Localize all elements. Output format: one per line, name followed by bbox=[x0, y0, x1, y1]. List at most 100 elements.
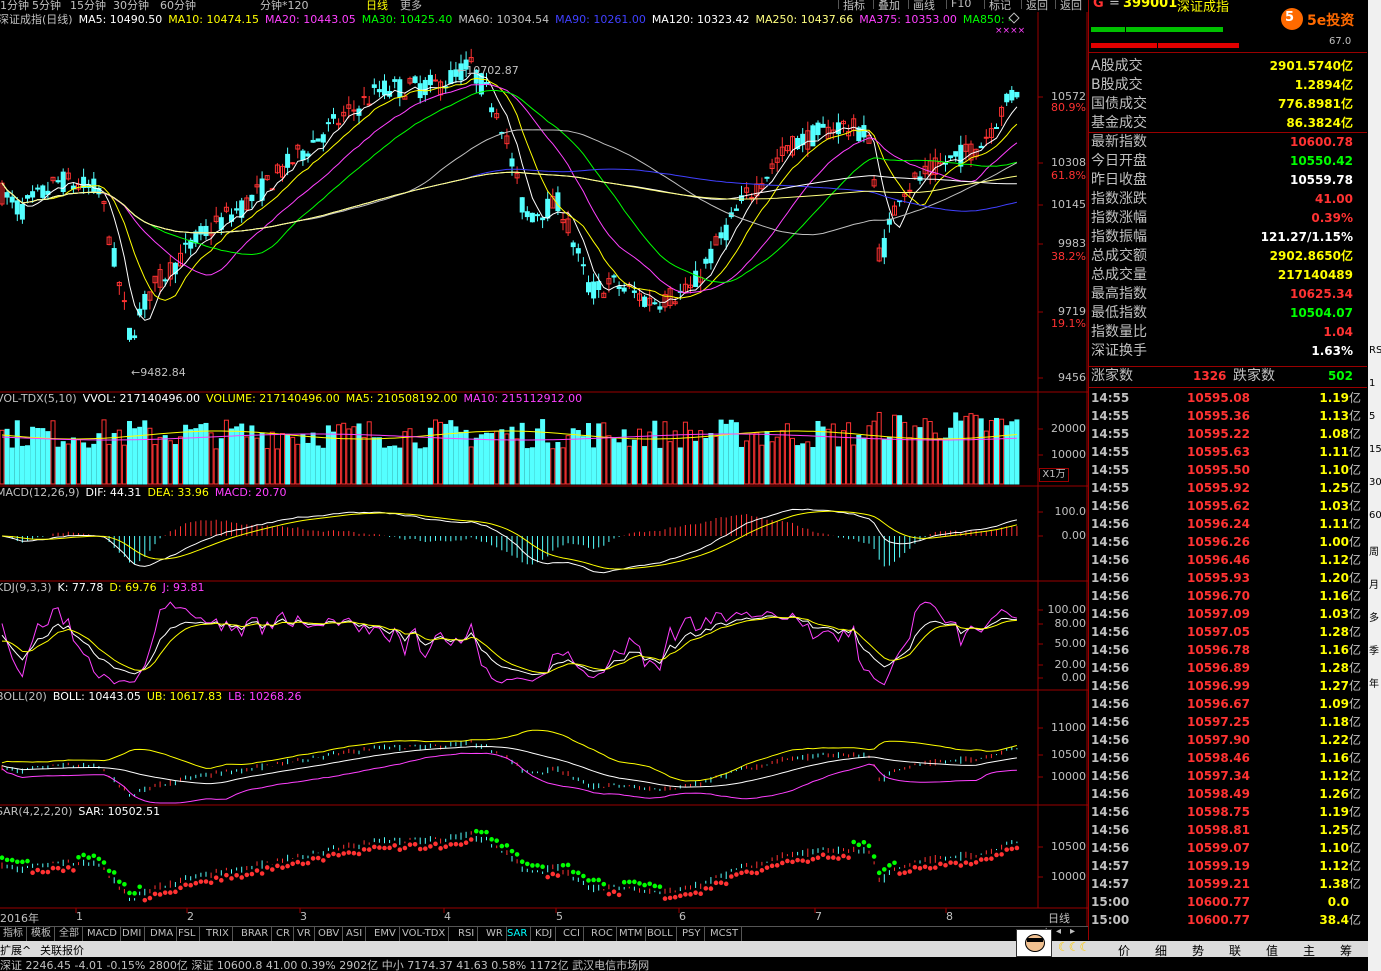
sar-point-up bbox=[55, 865, 61, 871]
tick-price: 10596.67 bbox=[1187, 697, 1251, 711]
related-quote-button[interactable]: 关联报价 bbox=[40, 942, 84, 958]
volume-bar bbox=[229, 428, 234, 485]
tick-time: 14:56 bbox=[1091, 625, 1130, 639]
volume-bar bbox=[458, 431, 464, 485]
bottom-toolbar: 扩展^ 关联报价 价细势联值主筹 ☾☾☾ bbox=[0, 929, 1381, 958]
sar-point-up bbox=[973, 860, 979, 865]
tab-fsl[interactable]: FSL bbox=[175, 927, 200, 941]
tick-time: 14:56 bbox=[1091, 499, 1130, 513]
tab-dma[interactable]: DMA bbox=[147, 927, 178, 941]
tab-psy[interactable]: PSY bbox=[679, 927, 705, 941]
tab-rsi[interactable]: RSI bbox=[455, 927, 479, 941]
sar-point-up bbox=[729, 874, 734, 879]
tab-cr[interactable]: CR bbox=[273, 927, 294, 941]
x-axis-label: 3 bbox=[300, 910, 307, 923]
sar-point-down bbox=[647, 881, 652, 887]
side-item[interactable]: 年 bbox=[1369, 675, 1379, 690]
volume-bar bbox=[0, 429, 5, 485]
sar-point-down bbox=[871, 854, 877, 859]
sar-point-up bbox=[173, 889, 178, 895]
volume-bar bbox=[392, 445, 398, 485]
volume-bar bbox=[953, 412, 959, 485]
sar-point-up bbox=[45, 869, 51, 875]
side-item[interactable]: 1 bbox=[1369, 378, 1375, 389]
volume-bar bbox=[356, 423, 362, 485]
tab-kdj[interactable]: KDJ bbox=[532, 927, 557, 941]
tick-time: 14:56 bbox=[1091, 841, 1130, 855]
volume-bar bbox=[208, 432, 214, 485]
sar-point-up bbox=[774, 863, 780, 868]
ma-legend-0: MA5: 10490.50 bbox=[78, 13, 163, 26]
sar-point-up bbox=[377, 845, 382, 850]
up-count: 1326 bbox=[1193, 369, 1227, 383]
volume-bar bbox=[361, 436, 367, 485]
volume-bar bbox=[152, 444, 158, 485]
side-item[interactable]: 周 bbox=[1369, 543, 1379, 558]
tab-roc[interactable]: ROC bbox=[588, 927, 617, 941]
right-arrow-icon[interactable]: ▸ bbox=[1070, 926, 1075, 937]
tab-macd[interactable]: MACD bbox=[84, 927, 121, 941]
tab-trix[interactable]: TRIX bbox=[203, 927, 233, 941]
volume-bar bbox=[65, 443, 71, 485]
tab-vr[interactable]: VR bbox=[294, 927, 315, 941]
tab-brar[interactable]: BRAR bbox=[238, 927, 273, 941]
expand-button[interactable]: 扩展^ bbox=[0, 942, 31, 958]
side-item[interactable]: 季 bbox=[1369, 642, 1379, 657]
sar-point-up bbox=[999, 852, 1004, 857]
volume-bar bbox=[580, 436, 586, 485]
volume-bar bbox=[249, 425, 255, 485]
volume-bar bbox=[596, 423, 602, 485]
side-item[interactable]: 30 bbox=[1369, 477, 1381, 488]
side-item[interactable]: 60 bbox=[1369, 510, 1381, 521]
quote-row: 昨日收盘 10559.78 bbox=[1091, 171, 1363, 190]
tab-obv[interactable]: OBV bbox=[315, 927, 344, 941]
tab-asi[interactable]: ASI bbox=[343, 927, 367, 941]
volume-bar bbox=[427, 427, 433, 485]
sar-point-up bbox=[989, 856, 994, 861]
tick-price: 10598.81 bbox=[1187, 823, 1251, 837]
sar-point-down bbox=[540, 864, 545, 870]
macd-legend: MACD(12,26,9) DIF: 44.31 DEA: 33.96 MACD: 2… bbox=[0, 486, 293, 500]
tick-time: 14:57 bbox=[1091, 859, 1130, 873]
side-item[interactable]: RS bbox=[1369, 345, 1381, 356]
sar-point-up bbox=[978, 857, 984, 862]
tab-cci[interactable]: CCI bbox=[560, 927, 584, 941]
sar-point-down bbox=[509, 848, 515, 854]
sar-point-up bbox=[953, 860, 958, 866]
tab-boll[interactable]: BOLL bbox=[644, 927, 677, 941]
tick-volume: 1.03 bbox=[1319, 607, 1349, 621]
up-candle bbox=[749, 196, 755, 199]
side-item[interactable]: 多 bbox=[1369, 609, 1379, 624]
volume-bar bbox=[172, 444, 178, 485]
avatar[interactable] bbox=[1016, 929, 1052, 957]
kdj_panel-y-tick: 20.00 bbox=[1054, 658, 1087, 671]
left-arrow-icon[interactable]: ◂ bbox=[1056, 926, 1061, 937]
tab-全部[interactable]: 全部 bbox=[56, 927, 83, 941]
volume-bar bbox=[601, 422, 607, 485]
sar-point-up bbox=[331, 851, 336, 857]
sar-point-up bbox=[382, 845, 387, 851]
sar-point-up bbox=[912, 864, 918, 870]
volume-bar bbox=[121, 444, 127, 485]
tab-vol-tdx[interactable]: VOL-TDX bbox=[399, 927, 450, 941]
sar-point-up bbox=[66, 865, 71, 870]
side-item[interactable]: 月 bbox=[1369, 576, 1379, 591]
tab-模板[interactable]: 模板 bbox=[28, 927, 55, 941]
tab-emv[interactable]: EMV bbox=[371, 927, 400, 941]
down-candle bbox=[234, 208, 240, 211]
logo: 5 5e投资 bbox=[1279, 2, 1367, 36]
sar-point-up bbox=[790, 859, 795, 865]
tab-dmi[interactable]: DMI bbox=[119, 927, 146, 941]
quote-label: 昨日收盘 bbox=[1091, 172, 1147, 188]
tab-mcst[interactable]: MCST bbox=[707, 927, 743, 941]
tab-指标[interactable]: 指标 bbox=[0, 927, 27, 941]
sar-point-up bbox=[428, 844, 433, 849]
side-item[interactable]: 15 bbox=[1369, 444, 1381, 455]
volume-bar bbox=[397, 447, 403, 485]
tab-mtm[interactable]: MTM bbox=[616, 927, 647, 941]
kline-chart-area[interactable] bbox=[0, 0, 1088, 926]
side-item[interactable]: 5 bbox=[1369, 411, 1375, 422]
volume-bar bbox=[422, 447, 428, 485]
dif-line bbox=[1, 508, 1018, 574]
tab-sar[interactable]: SAR bbox=[504, 927, 532, 941]
